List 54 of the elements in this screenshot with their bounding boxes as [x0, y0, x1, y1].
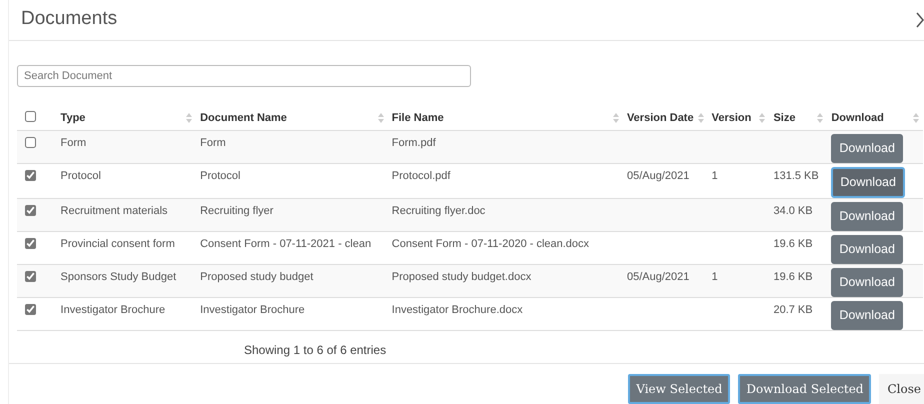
- table-cell: Sponsors Study Budget: [60, 271, 176, 283]
- table-cell: 05/Aug/2021: [626, 271, 690, 283]
- download-button[interactable]: Download: [831, 235, 903, 264]
- column-header[interactable]: Type: [60, 110, 86, 126]
- table-cell: Investigator Brochure: [60, 304, 166, 316]
- entries-info: Showing 1 to 6 of 6 entries: [9, 331, 924, 364]
- table-cell: Investigator Brochure: [200, 304, 305, 316]
- row-checkbox[interactable]: [25, 170, 36, 182]
- action-button[interactable]: Download Selected: [738, 374, 872, 404]
- table-cell: Protocol: [200, 170, 240, 182]
- action-button[interactable]: View Selected: [628, 374, 730, 404]
- download-button[interactable]: Download: [831, 268, 903, 297]
- select-all-checkbox[interactable]: [25, 110, 36, 122]
- table-cell: 34.0 KB: [773, 205, 813, 217]
- modal-title: Documents: [21, 8, 118, 32]
- close-button[interactable]: Close: [879, 374, 924, 404]
- table-cell: Form.pdf: [392, 137, 436, 150]
- download-button[interactable]: Download: [831, 167, 905, 198]
- download-button[interactable]: Download: [831, 301, 903, 330]
- table-cell: Consent Form - 07-11-2021 - clean: [200, 238, 372, 250]
- download-button[interactable]: Download: [831, 134, 903, 163]
- column-header[interactable]: Version Date: [626, 110, 694, 126]
- close-icon[interactable]: [916, 12, 924, 28]
- table-cell: Form: [200, 137, 226, 150]
- table-cell: 1: [712, 170, 718, 182]
- table-cell: 19.6 KB: [773, 238, 813, 250]
- column-header[interactable]: Document Name: [200, 110, 287, 126]
- table-cell: 131.5 KB: [773, 170, 819, 182]
- table-cell: Form: [60, 137, 86, 150]
- table-cell: Protocol.pdf: [392, 170, 450, 182]
- row-checkbox[interactable]: [25, 271, 36, 282]
- search-field[interactable]: Search Document: [17, 64, 471, 87]
- table-cell: 20.7 KB: [773, 304, 813, 316]
- table-cell: 19.6 KB: [773, 271, 813, 283]
- table-cell: 05/Aug/2021: [626, 170, 690, 182]
- row-checkbox[interactable]: [25, 304, 36, 315]
- table-cell: Proposed study budget.docx: [392, 271, 532, 283]
- table-cell: Protocol: [60, 170, 101, 182]
- row-checkbox[interactable]: [25, 205, 36, 216]
- table-cell: 1: [712, 271, 718, 283]
- column-header[interactable]: File Name: [392, 110, 444, 126]
- table-cell: Provincial consent form: [60, 238, 175, 250]
- table-cell: Recruiting flyer: [200, 205, 274, 217]
- column-header[interactable]: Download: [831, 110, 884, 126]
- row-checkbox[interactable]: [25, 238, 36, 249]
- table-cell: Recruitment materials: [60, 205, 168, 217]
- download-button[interactable]: Download: [831, 202, 903, 231]
- table-cell: Proposed study budget: [200, 271, 314, 283]
- table-cell: Recruiting flyer.doc: [392, 205, 486, 217]
- table-cell: Investigator Brochure.docx: [392, 304, 523, 316]
- column-header[interactable]: Size: [773, 110, 796, 126]
- column-header[interactable]: Version: [712, 110, 752, 126]
- table-cell: Consent Form - 07-11-2020 - clean.docx: [392, 238, 590, 250]
- row-checkbox[interactable]: [25, 137, 36, 148]
